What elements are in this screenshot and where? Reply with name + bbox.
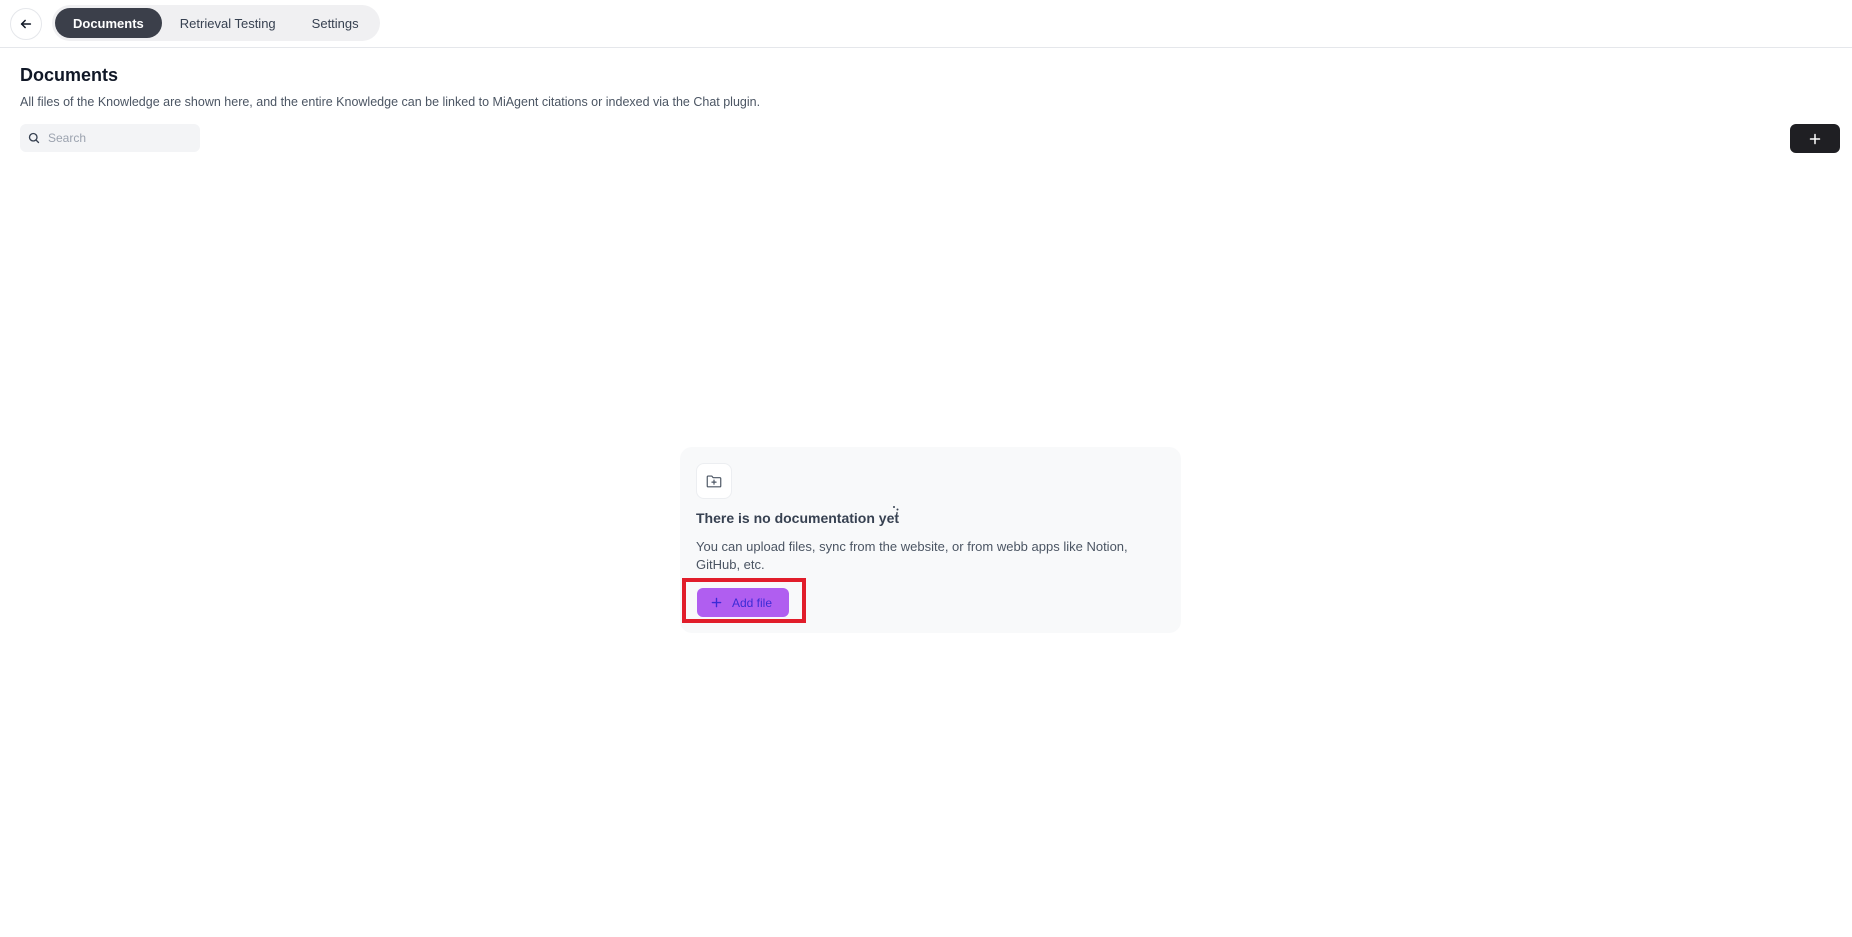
empty-state-card: There is no documentation yet You can up… (680, 447, 1181, 633)
arrow-left-icon (20, 19, 32, 29)
folder-plus-icon (706, 475, 722, 488)
plus-icon (711, 597, 722, 608)
empty-state-icon-box (696, 463, 732, 499)
empty-state-description: You can upload files, sync from the webs… (696, 539, 1128, 572)
page-title: Documents (20, 65, 119, 85)
tab-documents[interactable]: Documents (55, 8, 162, 38)
add-file-label: Add file (732, 595, 773, 610)
search-input[interactable] (46, 130, 196, 146)
tab-bar: Documents Retrieval Testing Settings (52, 5, 380, 41)
tab-retrieval-testing[interactable]: Retrieval Testing (162, 8, 294, 38)
sparkle-icon (893, 506, 899, 514)
empty-state-title: There is no documentation yet (696, 510, 900, 526)
search-box[interactable] (20, 124, 200, 152)
search-icon (28, 132, 40, 144)
back-button[interactable] (10, 8, 42, 40)
tab-settings[interactable]: Settings (294, 8, 377, 38)
top-bar: Documents Retrieval Testing Settings (0, 0, 1852, 48)
plus-icon (1809, 133, 1821, 144)
add-document-button[interactable] (1790, 124, 1840, 153)
add-file-button[interactable]: Add file (697, 588, 789, 617)
page-description: All files of the Knowledge are shown her… (20, 95, 761, 109)
